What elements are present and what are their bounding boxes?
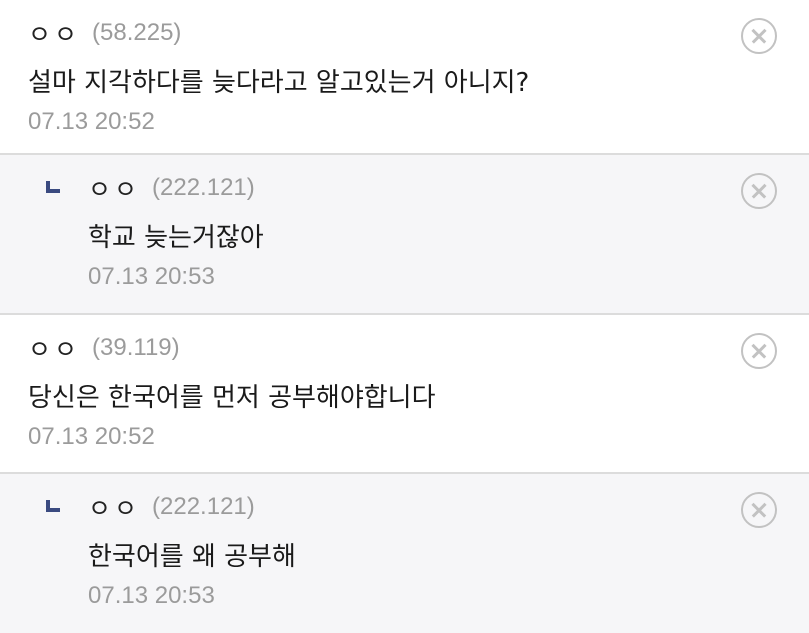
comment-nickname[interactable]: ㅇㅇ bbox=[28, 15, 80, 51]
comment-list: ㅇㅇ (58.225) 설마 지각하다를 늦다라고 알고있는거 아니지? 07.… bbox=[0, 0, 809, 633]
reply-item: ㅇㅇ (222.121) 학교 늦는거잖아 07.13 20:53 bbox=[0, 155, 809, 315]
comment-nickname[interactable]: ㅇㅇ bbox=[28, 330, 80, 366]
comment-ip: (39.119) bbox=[92, 334, 180, 361]
comment-text: 당신은 한국어를 먼저 공부해야합니다 bbox=[28, 383, 436, 413]
comment-item: ㅇㅇ (58.225) 설마 지각하다를 늦다라고 알고있는거 아니지? 07.… bbox=[0, 0, 809, 155]
reply-item: ㅇㅇ (222.121) 한국어를 왜 공부해 07.13 20:53 bbox=[0, 474, 809, 633]
reply-arrow-icon bbox=[46, 500, 60, 512]
close-circle-icon[interactable] bbox=[741, 18, 777, 54]
comment-meta: ㅇㅇ (58.225) bbox=[28, 16, 181, 50]
close-circle-icon[interactable] bbox=[741, 492, 777, 528]
comment-meta: ㅇㅇ (39.119) bbox=[28, 331, 180, 365]
comment-ip: (58.225) bbox=[92, 19, 182, 46]
comment-time: 07.13 20:53 bbox=[88, 263, 215, 290]
comment-text: 한국어를 왜 공부해 bbox=[88, 542, 296, 572]
close-circle-icon[interactable] bbox=[741, 333, 777, 369]
comment-time: 07.13 20:52 bbox=[28, 108, 155, 135]
comment-text: 학교 늦는거잖아 bbox=[88, 223, 264, 253]
close-circle-icon[interactable] bbox=[741, 173, 777, 209]
comment-time: 07.13 20:52 bbox=[28, 423, 155, 450]
comment-meta: ㅇㅇ (222.121) bbox=[88, 171, 255, 205]
comment-nickname[interactable]: ㅇㅇ bbox=[88, 489, 140, 525]
comment-ip: (222.121) bbox=[152, 493, 255, 520]
comment-nickname[interactable]: ㅇㅇ bbox=[88, 170, 140, 206]
comment-ip: (222.121) bbox=[152, 174, 255, 201]
comment-item: ㅇㅇ (39.119) 당신은 한국어를 먼저 공부해야합니다 07.13 20… bbox=[0, 315, 809, 474]
comment-meta: ㅇㅇ (222.121) bbox=[88, 490, 255, 524]
comment-time: 07.13 20:53 bbox=[88, 582, 215, 609]
reply-arrow-icon bbox=[46, 181, 60, 193]
comment-text: 설마 지각하다를 늦다라고 알고있는거 아니지? bbox=[28, 68, 530, 98]
